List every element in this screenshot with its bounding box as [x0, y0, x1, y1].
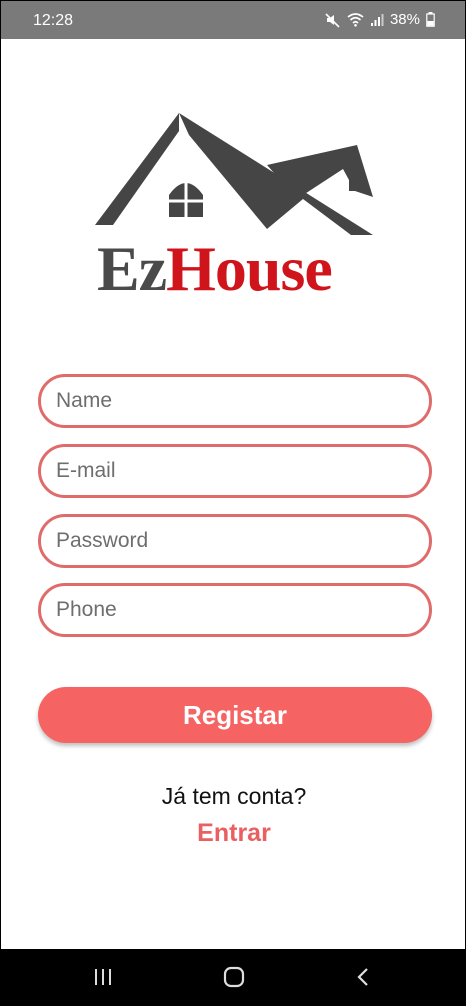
app-screen: 12:28 38% EzHouse Name E-mail Phone Regi… — [0, 0, 466, 1006]
name-input[interactable] — [54, 388, 429, 414]
brand-name: EzHouse — [97, 237, 333, 301]
login-question: Já tem conta? — [161, 783, 307, 809]
email-input[interactable] — [54, 458, 429, 484]
home-icon[interactable] — [194, 949, 274, 1005]
back-icon[interactable] — [323, 949, 403, 1005]
status-time: 12:28 — [33, 12, 74, 29]
register-button[interactable]: Registar — [38, 687, 432, 743]
battery-percentage: 38% — [389, 11, 420, 28]
password-field[interactable] — [38, 514, 432, 568]
login-link[interactable]: Entrar — [1, 819, 465, 848]
wifi-icon — [347, 12, 364, 27]
recent-apps-icon[interactable] — [63, 949, 143, 1005]
mute-icon — [325, 12, 341, 28]
brand-ez: Ez — [97, 233, 167, 304]
battery-icon — [426, 12, 435, 27]
status-icons: 38% — [325, 11, 435, 28]
name-field[interactable] — [38, 374, 432, 428]
signal-icon — [370, 13, 384, 27]
navigation-bar — [1, 949, 465, 1005]
phone-field[interactable] — [38, 583, 432, 637]
password-input[interactable] — [54, 528, 429, 554]
phone-input[interactable] — [54, 597, 429, 623]
brand-house: House — [166, 233, 333, 304]
status-bar: 12:28 38% — [1, 1, 465, 39]
email-field[interactable] — [38, 444, 432, 498]
